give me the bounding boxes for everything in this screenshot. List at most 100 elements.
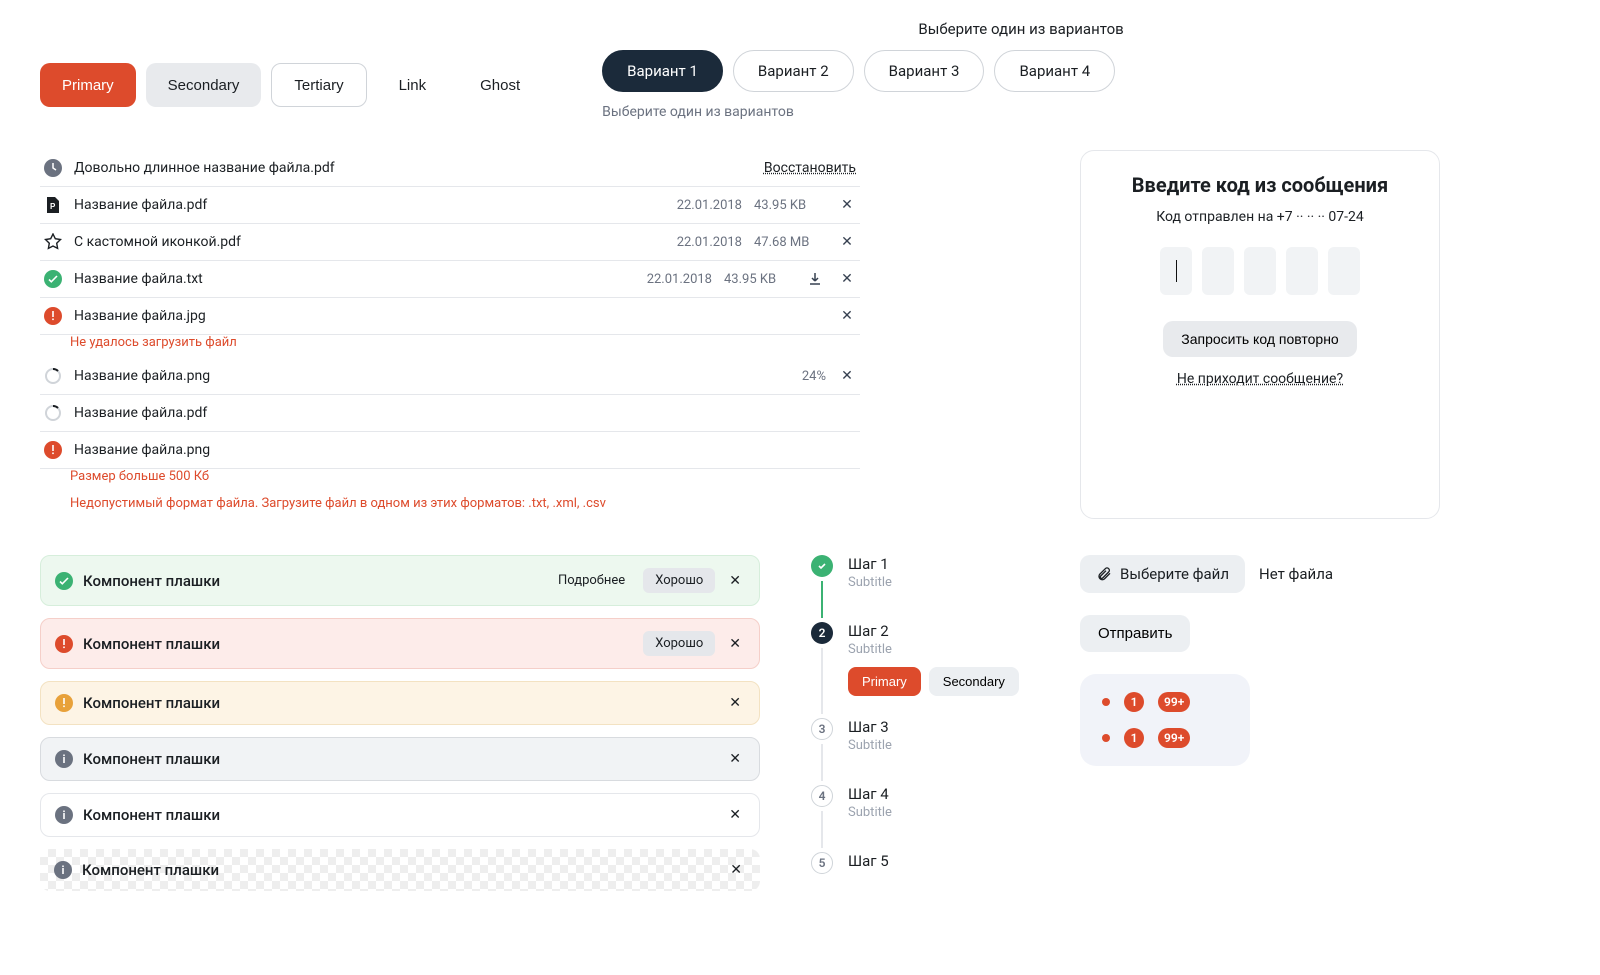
step-title: Шаг 1 bbox=[848, 555, 892, 573]
file-row: Довольно длинное название файла.pdfВосст… bbox=[40, 150, 860, 187]
file-row: Название файла.pdf bbox=[40, 395, 860, 432]
alert-ok-button[interactable]: Хорошо bbox=[643, 568, 715, 593]
code-inputs bbox=[1105, 247, 1415, 295]
chip-variant-3[interactable]: Вариант 3 bbox=[864, 50, 985, 92]
file-row: P Название файла.pdf 22.01.2018 43.95 KB ✕ bbox=[40, 187, 860, 224]
file-name: Название файла.jpg bbox=[74, 308, 826, 324]
file-error: Не удалось загрузить файл bbox=[40, 335, 860, 358]
code-title: Введите код из сообщения bbox=[1105, 173, 1415, 197]
code-digit-4[interactable] bbox=[1286, 247, 1318, 295]
file-date: 22.01.2018 bbox=[664, 198, 742, 213]
choose-file-label: Выберите файл bbox=[1120, 565, 1229, 583]
file-p-icon: P bbox=[44, 196, 62, 214]
file-name: Название файла.png bbox=[74, 368, 790, 384]
file-row: Название файла.jpg ✕ bbox=[40, 298, 860, 335]
close-icon[interactable]: ✕ bbox=[838, 271, 856, 287]
alert-warning: Компонент плашки ✕ bbox=[40, 681, 760, 725]
alert-plain: Компонент плашки ✕ bbox=[40, 793, 760, 837]
step-indicator bbox=[811, 555, 833, 577]
step: 5Шаг 5 bbox=[810, 852, 1030, 894]
close-icon[interactable]: ✕ bbox=[725, 636, 745, 652]
spin-icon bbox=[44, 367, 62, 385]
primary-button[interactable]: Primary bbox=[40, 63, 136, 107]
close-icon[interactable]: ✕ bbox=[725, 807, 745, 823]
step-indicator: 3 bbox=[811, 718, 833, 740]
step-indicator: 2 bbox=[811, 622, 833, 644]
secondary-button[interactable]: Secondary bbox=[146, 63, 262, 107]
check-circle-icon bbox=[55, 572, 73, 590]
file-error: Недопустимый формат файла. Загрузите фай… bbox=[40, 496, 860, 519]
alert-text: Компонент плашки bbox=[83, 635, 633, 653]
file-error: Размер больше 500 Кб bbox=[40, 469, 860, 492]
download-icon[interactable] bbox=[808, 272, 826, 286]
send-button[interactable]: Отправить bbox=[1080, 615, 1190, 652]
step-subtitle: Subtitle bbox=[848, 738, 892, 753]
upload-caption: Нет файла bbox=[1259, 565, 1333, 583]
dot-badge bbox=[1102, 698, 1110, 706]
warn-icon bbox=[44, 441, 62, 459]
dot-badge bbox=[1102, 734, 1110, 742]
close-icon[interactable]: ✕ bbox=[725, 751, 745, 767]
restore-link[interactable]: Восстановить bbox=[764, 160, 856, 176]
code-digit-2[interactable] bbox=[1202, 247, 1234, 295]
chip-variant-2[interactable]: Вариант 2 bbox=[733, 50, 854, 92]
step: 3 Шаг 3 Subtitle bbox=[810, 718, 1030, 785]
alert-text: Компонент плашки bbox=[83, 572, 540, 590]
choose-file-button[interactable]: Выберите файл bbox=[1080, 555, 1245, 593]
alerts-column: Компонент плашки Подробнее Хорошо ✕ Комп… bbox=[40, 555, 760, 894]
close-icon[interactable]: ✕ bbox=[838, 368, 856, 384]
ghost-button[interactable]: Ghost bbox=[458, 63, 542, 107]
step: 4Шаг 4Subtitle bbox=[810, 785, 1030, 852]
step-primary-button[interactable]: Primary bbox=[848, 667, 921, 696]
file-name: Название файла.png bbox=[74, 442, 856, 458]
star-icon bbox=[44, 233, 62, 251]
step-title: Шаг 4 bbox=[848, 785, 892, 803]
paperclip-icon bbox=[1096, 566, 1112, 582]
chip-variant-4[interactable]: Вариант 4 bbox=[994, 50, 1115, 92]
close-icon[interactable]: ✕ bbox=[725, 695, 745, 711]
variant-chooser: Выберите один из вариантов Вариант 1 Вар… bbox=[602, 20, 1440, 120]
code-digit-3[interactable] bbox=[1244, 247, 1276, 295]
info-circle-icon bbox=[54, 861, 72, 879]
step-title: Шаг 2 bbox=[848, 622, 1019, 640]
code-digit-5[interactable] bbox=[1328, 247, 1360, 295]
close-icon[interactable]: ✕ bbox=[838, 234, 856, 250]
step-indicator: 5 bbox=[811, 852, 833, 874]
file-progress: 24% bbox=[802, 369, 826, 384]
code-help-link[interactable]: Не приходит сообщение? bbox=[1177, 371, 1343, 387]
alert-transparent: Компонент плашки ✕ bbox=[40, 849, 760, 891]
resend-code-button[interactable]: Запросить код повторно bbox=[1163, 321, 1356, 357]
step-secondary-button[interactable]: Secondary bbox=[929, 667, 1019, 696]
alert-neutral: Компонент плашки ✕ bbox=[40, 737, 760, 781]
file-list: Довольно длинное название файла.pdfВосст… bbox=[40, 150, 860, 519]
step: Шаг 1Subtitle bbox=[810, 555, 1030, 622]
code-sent-to: Код отправлен на +7 ·· ·· ·· 07-24 bbox=[1105, 209, 1415, 225]
file-upload: Выберите файл Нет файла bbox=[1080, 555, 1360, 593]
count-badge: 99+ bbox=[1158, 728, 1190, 748]
step: 2Шаг 2SubtitlePrimarySecondary bbox=[810, 622, 1030, 718]
chip-variant-1[interactable]: Вариант 1 bbox=[602, 50, 723, 92]
close-icon[interactable]: ✕ bbox=[838, 308, 856, 324]
close-icon[interactable]: ✕ bbox=[838, 197, 856, 213]
link-button[interactable]: Link bbox=[377, 63, 449, 107]
file-name: Название файла.pdf bbox=[74, 197, 652, 213]
count-badge: 1 bbox=[1124, 728, 1144, 748]
file-row: Название файла.png 24% ✕ bbox=[40, 358, 860, 395]
spin-icon bbox=[44, 404, 62, 422]
close-icon[interactable]: ✕ bbox=[726, 862, 746, 878]
file-name: Название файла.pdf bbox=[74, 405, 856, 421]
chooser-caption: Выберите один из вариантов bbox=[602, 104, 1440, 120]
file-size: 43.95 KB bbox=[724, 272, 796, 287]
close-icon[interactable]: ✕ bbox=[725, 573, 745, 589]
file-row: Название файла.png bbox=[40, 432, 860, 469]
alert-ok-button[interactable]: Хорошо bbox=[643, 631, 715, 656]
code-digit-1[interactable] bbox=[1160, 247, 1192, 295]
step-title: Шаг 3 bbox=[848, 718, 892, 736]
alert-more-link[interactable]: Подробнее bbox=[550, 569, 633, 592]
file-date: 22.01.2018 bbox=[664, 235, 742, 250]
file-size: 47.68 MB bbox=[754, 235, 826, 250]
file-size: 43.95 KB bbox=[754, 198, 826, 213]
check-icon bbox=[44, 270, 62, 288]
tertiary-button[interactable]: Tertiary bbox=[271, 63, 366, 107]
clock-icon bbox=[44, 159, 62, 177]
